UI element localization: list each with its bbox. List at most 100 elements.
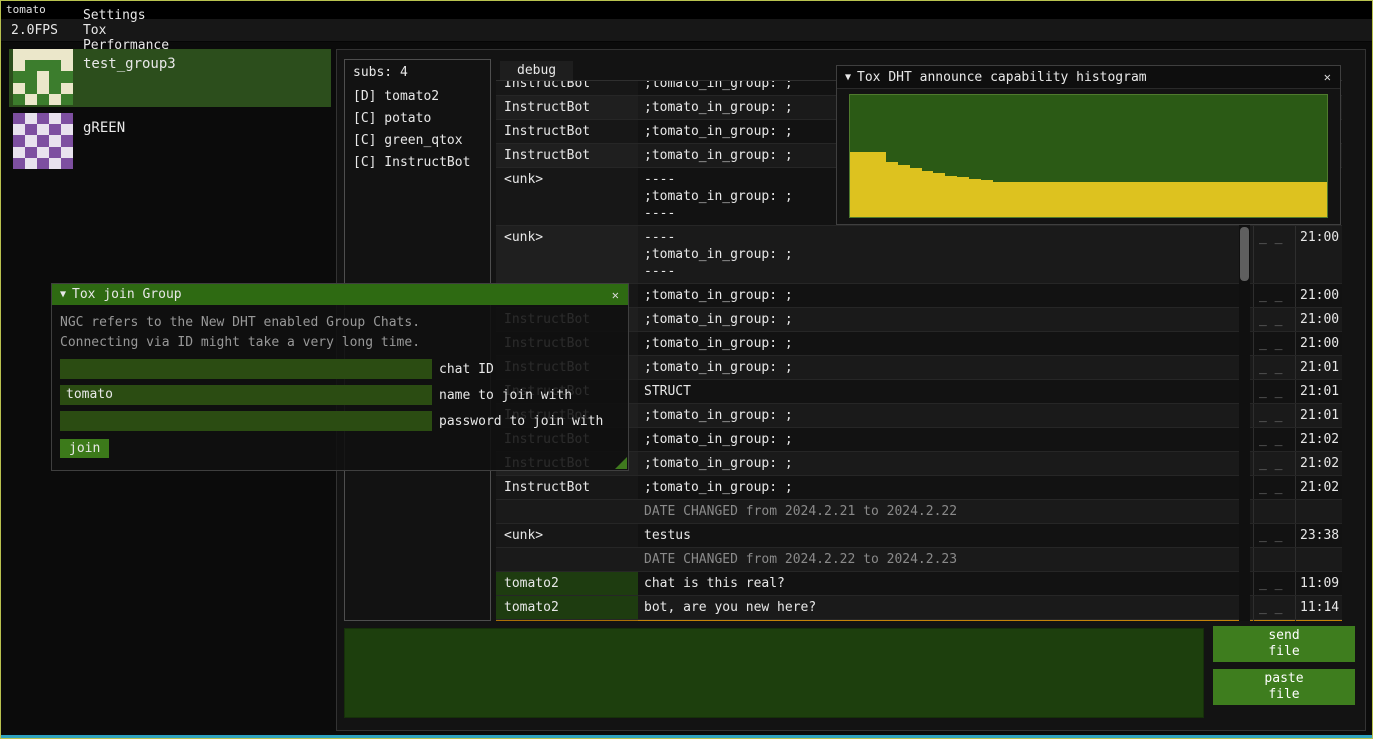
group-list: test_group3 gREEN	[9, 49, 331, 177]
histogram-bar	[1184, 182, 1196, 217]
group-list-item[interactable]: test_group3	[9, 49, 331, 107]
chat-sender	[496, 548, 638, 571]
paste-file-button[interactable]: paste file	[1213, 669, 1355, 705]
chat-sender: <unk>	[496, 226, 638, 283]
resize-grip[interactable]	[615, 457, 627, 469]
join-group-title: Tox join Group	[72, 287, 182, 302]
chat-delivery-status: _ _	[1253, 476, 1295, 499]
histogram-bar	[1220, 182, 1232, 217]
chat-row[interactable]: <unk>testus_ _23:38	[496, 524, 1342, 548]
chat-delivery-status: d	[1253, 620, 1295, 621]
chat-delivery-status: _ _	[1253, 284, 1295, 307]
avatar-cell	[37, 124, 49, 135]
join-button[interactable]: join	[60, 439, 109, 458]
avatar-cell	[37, 60, 49, 71]
chat-sender: InstructBot	[496, 120, 638, 143]
chat-delivery-status: _ _	[1253, 356, 1295, 379]
join-password-input[interactable]	[60, 411, 432, 431]
group-list-item[interactable]: gREEN	[9, 113, 331, 171]
histogram-plot	[849, 94, 1328, 218]
chat-sender: InstructBot	[496, 96, 638, 119]
chat-delivery-status: _ _	[1253, 524, 1295, 547]
member-list-item[interactable]: [C] InstructBot	[345, 152, 490, 174]
avatar-cell	[13, 60, 25, 71]
chat-row[interactable]: InstructBot;tomato_in_group: ;_ _21:02	[496, 476, 1342, 500]
message-input[interactable]	[344, 628, 1204, 718]
menu-item-tox[interactable]: Tox	[70, 23, 182, 38]
histogram-bar	[1136, 182, 1148, 217]
histogram-bar	[1160, 182, 1172, 217]
join-group-titlebar[interactable]: ▼ Tox join Group ✕	[52, 284, 628, 305]
close-icon[interactable]: ✕	[603, 288, 628, 302]
chat-message-text: ;tomato_in_group: ;	[638, 476, 1253, 499]
join-name-input[interactable]: tomato	[60, 385, 432, 405]
chat-row[interactable]: DATE CHANGED from 2024.2.22 to 2024.2.23	[496, 548, 1342, 572]
chat-sender: tomato2	[496, 596, 638, 619]
chat-delivery-status: _ _	[1253, 572, 1295, 595]
chat-message-text: ;tomato_in_group: ;	[638, 308, 1253, 331]
chat-id-input[interactable]	[60, 359, 432, 379]
histogram-bar	[933, 173, 945, 217]
avatar-cell	[37, 135, 49, 146]
avatar-cell	[49, 158, 61, 169]
send-file-button[interactable]: send file	[1213, 626, 1355, 662]
histogram-titlebar[interactable]: ▼ Tox DHT announce capability histogram …	[837, 66, 1340, 89]
window-title: tomato	[6, 3, 46, 16]
collapse-icon[interactable]: ▼	[52, 289, 72, 300]
chat-message-text: testus	[638, 524, 1253, 547]
avatar-cell	[61, 135, 73, 146]
histogram-bar	[1303, 182, 1315, 217]
member-list-item[interactable]: [D] tomato2	[345, 86, 490, 108]
chat-sender: InstructBot	[496, 620, 638, 621]
histogram-bar	[850, 152, 862, 217]
chat-row[interactable]: <unk>---- ;tomato_in_group: ; ----_ _21:…	[496, 226, 1342, 284]
menu-item-settings[interactable]: Settings	[70, 8, 182, 23]
chat-timestamp: 21:00	[1295, 332, 1342, 355]
avatar-cell	[49, 124, 61, 135]
collapse-icon[interactable]: ▼	[837, 72, 857, 83]
histogram-bar	[1315, 182, 1327, 217]
chat-id-label: chat ID	[439, 362, 494, 377]
chat-delivery-status	[1253, 500, 1295, 523]
avatar-cell	[37, 49, 49, 60]
join-field-row: password to join with	[60, 411, 620, 431]
histogram-bar	[1077, 182, 1089, 217]
member-list-item[interactable]: [C] green_qtox	[345, 130, 490, 152]
window-titlebar[interactable]: tomato	[1, 1, 1372, 19]
chat-row[interactable]: InstructBotNo, I've been in this group f…	[496, 620, 1342, 621]
avatar-cell	[13, 49, 25, 60]
avatar-cell	[49, 113, 61, 124]
scrollbar-thumb[interactable]	[1240, 227, 1249, 281]
chat-message-text: ;tomato_in_group: ;	[638, 452, 1253, 475]
avatar-cell	[61, 71, 73, 82]
chat-timestamp: 11:15	[1295, 620, 1342, 621]
chat-row[interactable]: tomato2bot, are you new here?_ _11:14	[496, 596, 1342, 620]
chat-row[interactable]: DATE CHANGED from 2024.2.21 to 2024.2.22	[496, 500, 1342, 524]
join-group-body: NGC refers to the New DHT enabled Group …	[52, 305, 628, 470]
chat-timestamp: 21:00	[1295, 284, 1342, 307]
avatar-cell	[37, 94, 49, 105]
avatar-cell	[25, 147, 37, 158]
chat-row[interactable]: tomato2chat is this real?_ _11:09	[496, 572, 1342, 596]
tab-debug[interactable]: debug	[500, 61, 573, 80]
histogram-bar	[910, 168, 922, 217]
chat-delivery-status: _ _	[1253, 226, 1295, 283]
histogram-bar	[969, 179, 981, 217]
chat-timestamp: 21:02	[1295, 476, 1342, 499]
chat-delivery-status: _ _	[1253, 404, 1295, 427]
member-list-item[interactable]: [C] potato	[345, 108, 490, 130]
chat-delivery-status: _ _	[1253, 380, 1295, 403]
close-icon[interactable]: ✕	[1315, 70, 1340, 84]
histogram-bar	[1088, 182, 1100, 217]
menu-bar: 2.0FPS SettingsToxPerformance	[1, 19, 1372, 42]
histogram-bar	[1148, 182, 1160, 217]
histogram-bar	[898, 165, 910, 217]
histogram-bar	[1279, 182, 1291, 217]
avatar-cell	[61, 94, 73, 105]
histogram-bars	[850, 95, 1327, 217]
chat-delivery-status: _ _	[1253, 428, 1295, 451]
histogram-bar	[945, 176, 957, 217]
chat-timestamp: 21:01	[1295, 404, 1342, 427]
avatar-cell	[61, 113, 73, 124]
chat-message-text: No, I've been in this group for quite so…	[638, 620, 1253, 621]
